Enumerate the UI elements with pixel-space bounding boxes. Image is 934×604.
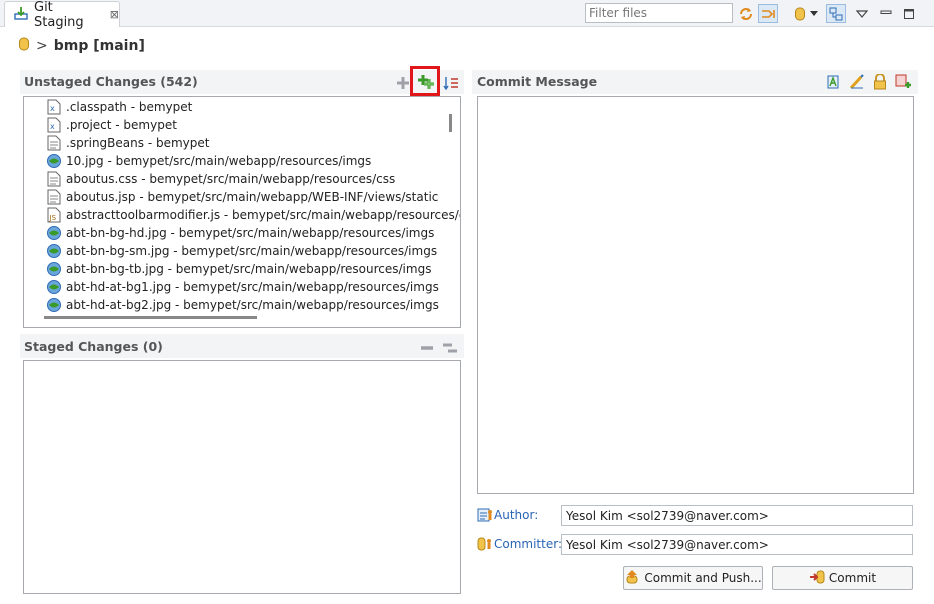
- git-staging-icon: [13, 5, 29, 24]
- commit-message-textarea[interactable]: [477, 96, 914, 494]
- file-list-item[interactable]: .springBeans - bemypet: [24, 134, 209, 152]
- svg-text:JS: JS: [49, 214, 57, 222]
- image-file-icon: [46, 297, 62, 313]
- view-menu-icon[interactable]: [852, 4, 872, 23]
- file-list-item-label: abt-hd-at-bg1.jpg - bemypet/src/main/web…: [66, 280, 439, 294]
- svg-text:x: x: [50, 104, 55, 113]
- author-field[interactable]: [561, 505, 913, 526]
- repository-title: > bmp [main]: [18, 35, 145, 57]
- maximize-icon[interactable]: [899, 4, 919, 23]
- image-file-icon: [46, 153, 62, 169]
- dropdown-arrow-icon[interactable]: [808, 4, 820, 23]
- image-file-icon: [46, 243, 62, 259]
- file-list-item-label: aboutus.jsp - bemypet/src/main/webapp/WE…: [66, 190, 439, 204]
- text-file-icon: [46, 189, 62, 205]
- file-list-item[interactable]: aboutus.jsp - bemypet/src/main/webapp/WE…: [24, 188, 438, 206]
- git-staging-tab[interactable]: Git Staging ⊠: [4, 0, 120, 30]
- file-list-item[interactable]: abt-bn-bg-hd.jpg - bemypet/src/main/weba…: [24, 224, 434, 242]
- layout-icon[interactable]: [826, 4, 846, 23]
- file-list-item[interactable]: abt-bn-bg-sm.jpg - bemypet/src/main/weba…: [24, 242, 437, 260]
- commit-message-title: Commit Message: [477, 74, 598, 89]
- push-icon: [624, 569, 640, 588]
- js-file-icon: JS: [46, 207, 62, 223]
- filter-files-input[interactable]: [585, 3, 733, 23]
- commit-icon: [809, 569, 825, 588]
- add-all-to-index-button[interactable]: [410, 66, 440, 96]
- remove-all-from-index-icon[interactable]: [440, 338, 460, 357]
- author-label: Author:: [494, 508, 539, 522]
- xml-file-icon: x: [46, 117, 62, 133]
- file-list-item-label: .classpath - bemypet: [66, 100, 193, 114]
- tab-label: Git Staging: [34, 0, 84, 30]
- file-list-item-label: .project - bemypet: [66, 118, 177, 132]
- repository-icon[interactable]: [790, 4, 810, 23]
- file-list-item[interactable]: x .project - bemypet: [24, 116, 177, 134]
- commit-label: Commit: [828, 571, 877, 585]
- staged-title: Staged Changes (0): [24, 339, 163, 354]
- file-list-item[interactable]: aboutus.css - bemypet/src/main/webapp/re…: [24, 170, 395, 188]
- svg-text:x: x: [50, 122, 55, 131]
- file-list-item[interactable]: x .classpath - bemypet: [24, 98, 192, 116]
- committer-label: Committer:: [494, 537, 562, 551]
- file-list-item[interactable]: JS abstracttoolbarmodifier.js - bemypet/s…: [24, 206, 460, 224]
- close-tab-icon[interactable]: ⊠: [110, 8, 119, 21]
- image-file-icon: [46, 279, 62, 295]
- author-icon: [477, 507, 493, 526]
- file-list-item[interactable]: abt-hd-at-bg1.jpg - bemypet/src/main/web…: [24, 278, 439, 296]
- sign-off-icon[interactable]: [847, 72, 867, 91]
- remove-from-index-icon[interactable]: [417, 338, 437, 357]
- repository-name: bmp [main]: [53, 38, 145, 54]
- breadcrumb-separator: >: [36, 38, 48, 54]
- xml-file-icon: x: [46, 99, 62, 115]
- staged-files-list[interactable]: [23, 360, 461, 594]
- file-list-item-label: abt-bn-bg-tb.jpg - bemypet/src/main/weba…: [66, 262, 432, 276]
- image-file-icon: [46, 261, 62, 277]
- amend-icon[interactable]: [823, 72, 843, 91]
- file-list-item-label: abstracttoolbarmodifier.js - bemypet/src…: [66, 208, 460, 222]
- minimize-icon[interactable]: [876, 4, 896, 23]
- file-list-item-label: aboutus.css - bemypet/src/main/webapp/re…: [66, 172, 396, 186]
- horizontal-scrollbar-thumb[interactable]: [44, 316, 257, 319]
- link-selection-icon[interactable]: [758, 4, 778, 23]
- file-list-item-label: abt-hd-at-bg2.jpg - bemypet/src/main/web…: [66, 298, 439, 312]
- synchronize-icon[interactable]: [736, 4, 756, 23]
- vertical-scrollbar-thumb[interactable]: [449, 114, 452, 132]
- push-to-gerrit-icon[interactable]: [893, 72, 913, 91]
- file-list-item[interactable]: abt-hd-at-bg2.jpg - bemypet/src/main/web…: [24, 296, 439, 314]
- file-list-item-label: abt-bn-bg-sm.jpg - bemypet/src/main/weba…: [66, 244, 438, 258]
- file-list-item[interactable]: 10.jpg - bemypet/src/main/webapp/resourc…: [24, 152, 371, 170]
- unstaged-title: Unstaged Changes (542): [24, 74, 198, 89]
- unstaged-files-list[interactable]: x .classpath - bemypet x .project - bemypet…: [23, 96, 461, 328]
- sort-icon[interactable]: [441, 73, 461, 92]
- file-list-item-label: abt-bn-bg-hd.jpg - bemypet/src/main/weba…: [66, 226, 435, 240]
- repository-icon: [18, 36, 30, 56]
- commit-button[interactable]: Commit: [772, 566, 913, 590]
- committer-field[interactable]: [561, 534, 913, 555]
- file-list-item[interactable]: abt-bn-bg-tb.jpg - bemypet/src/main/weba…: [24, 260, 431, 278]
- add-all-icon: [417, 73, 435, 94]
- text-file-icon: [46, 135, 62, 151]
- file-list-item-label: 10.jpg - bemypet/src/main/webapp/resourc…: [66, 154, 372, 168]
- commit-and-push-label: Commit and Push...: [644, 571, 762, 585]
- gerrit-signature-icon[interactable]: [870, 72, 890, 91]
- file-list-item-label: .springBeans - bemypet: [66, 136, 210, 150]
- image-file-icon: [46, 225, 62, 241]
- commit-and-push-button[interactable]: Commit and Push...: [623, 566, 763, 590]
- committer-icon: [477, 536, 493, 555]
- text-file-icon: [46, 171, 62, 187]
